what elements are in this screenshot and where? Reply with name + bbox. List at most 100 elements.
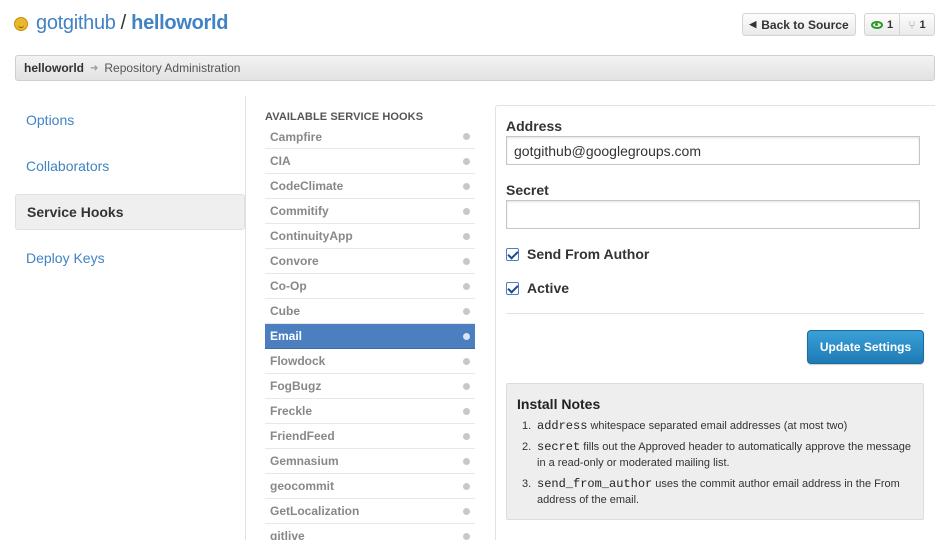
hook-label: Campfire <box>270 129 323 144</box>
install-note-text: secret fills out the Approved header to … <box>537 439 913 471</box>
install-note-text: send_from_author uses the commit author … <box>537 476 913 508</box>
back-to-source-label: Back to Source <box>761 17 849 32</box>
status-dot-icon <box>463 482 470 490</box>
hook-item[interactable]: geocommit <box>265 474 475 499</box>
hook-item-selected[interactable]: Email <box>265 324 475 349</box>
back-to-source-button[interactable]: ◀ Back to Source <box>742 13 856 36</box>
send-from-author-label: Send From Author <box>527 246 650 262</box>
admin-nav: Options Collaborators Service Hooks Depl… <box>15 102 245 286</box>
hook-item[interactable]: Freckle <box>265 399 475 424</box>
repo-title: gotgithub / helloworld <box>14 10 228 36</box>
active-row[interactable]: Active <box>506 280 569 296</box>
status-dot-icon <box>463 332 470 340</box>
admin-nav-deploy-keys[interactable]: Deploy Keys <box>15 240 245 276</box>
status-dot-icon <box>463 257 470 265</box>
hook-label: Email <box>270 329 303 343</box>
hook-item[interactable]: CIA <box>265 149 475 174</box>
breadcrumb-arrow-icon: ➜ <box>90 62 99 74</box>
status-dot-icon <box>463 532 470 540</box>
forks-count: 1 <box>919 18 926 31</box>
hook-item[interactable]: FogBugz <box>265 374 475 399</box>
hook-item[interactable]: Convore <box>265 249 475 274</box>
repo-owner-avatar-icon <box>14 16 28 31</box>
hook-label: FriendFeed <box>270 429 335 443</box>
repo-owner-link[interactable]: gotgithub <box>36 12 116 35</box>
install-note-number: 1. <box>522 420 532 432</box>
install-note-code: address <box>537 419 588 433</box>
hook-item[interactable]: ContinuityApp <box>265 224 475 249</box>
install-note-code: secret <box>537 440 581 454</box>
admin-nav-service-hooks[interactable]: Service Hooks <box>15 194 245 230</box>
install-note-code: send_from_author <box>537 477 653 491</box>
hook-item[interactable]: Campfire <box>265 125 475 149</box>
hook-item[interactable]: CodeClimate <box>265 174 475 199</box>
install-note-item: 2. secret fills out the Approved header … <box>517 439 913 471</box>
hook-item[interactable]: GetLocalization <box>265 499 475 524</box>
hook-item[interactable]: Flowdock <box>265 349 475 374</box>
install-note-number: 2. <box>522 441 532 453</box>
breadcrumb-page: Repository Administration <box>104 61 241 75</box>
address-input[interactable]: gotgithub@googlegroups.com <box>506 136 920 165</box>
status-dot-icon <box>463 432 470 440</box>
admin-nav-options[interactable]: Options <box>15 102 245 138</box>
repo-name-link[interactable]: helloworld <box>131 12 228 35</box>
watchers-count: 1 <box>886 18 894 31</box>
install-note-description: whitespace separated email addresses (at… <box>587 420 848 432</box>
hook-label: Convore <box>270 254 319 268</box>
repo-title-separator: / <box>120 11 127 34</box>
secret-label: Secret <box>506 182 549 198</box>
status-dot-icon <box>463 357 470 365</box>
hooks-list[interactable]: Campfire CIA CodeClimate Commitify Conti… <box>265 125 475 540</box>
hook-label: Freckle <box>270 404 313 418</box>
hook-item[interactable]: gitlive <box>265 524 475 540</box>
install-notes-title: Install Notes <box>517 396 601 412</box>
breadcrumb-repo[interactable]: helloworld <box>24 61 84 75</box>
active-label: Active <box>527 280 570 296</box>
update-settings-button[interactable]: Update Settings <box>807 330 924 364</box>
hook-item[interactable]: Co-Op <box>265 274 475 299</box>
status-dot-icon <box>463 407 470 415</box>
forks-counter[interactable]: ⑂ 1 <box>899 14 934 35</box>
install-note-item: 1. address whitespace separated email ad… <box>517 418 913 434</box>
install-note-item: 3. send_from_author uses the commit auth… <box>517 476 913 508</box>
install-notes: Install Notes 1. address whitespace sepa… <box>506 383 924 520</box>
hook-label: geocommit <box>270 479 335 493</box>
left-arrow-icon: ◀ <box>749 19 757 29</box>
status-dot-icon <box>463 207 470 215</box>
hook-settings-panel: Address gotgithub@googlegroups.com Secre… <box>495 105 935 540</box>
status-dot-icon <box>463 307 470 315</box>
hook-label: GetLocalization <box>270 504 360 518</box>
secret-input[interactable] <box>506 200 920 229</box>
eye-icon <box>870 20 883 29</box>
hook-item[interactable]: FriendFeed <box>265 424 475 449</box>
send-from-author-row[interactable]: Send From Author <box>506 246 649 262</box>
hook-item[interactable]: Commitify <box>265 199 475 224</box>
admin-nav-collaborators[interactable]: Collaborators <box>15 148 245 184</box>
install-note-text: address whitespace separated email addre… <box>537 418 847 434</box>
active-checkbox[interactable] <box>506 281 519 295</box>
fork-icon: ⑂ <box>908 17 916 32</box>
address-label: Address <box>506 118 563 134</box>
hook-label: Gemnasium <box>270 454 339 468</box>
status-dot-icon <box>463 157 470 165</box>
hook-label: Co-Op <box>270 279 307 293</box>
status-dot-icon <box>463 507 470 515</box>
hook-label: Commitify <box>270 204 329 218</box>
hook-label: CIA <box>270 154 291 168</box>
watchers-counter[interactable]: 1 <box>865 14 899 35</box>
hook-item[interactable]: Cube <box>265 299 475 324</box>
hook-label: Cube <box>270 304 300 318</box>
install-note-description: fills out the Approved header to automat… <box>537 441 912 469</box>
status-dot-icon <box>463 382 470 390</box>
status-dot-icon <box>463 457 470 465</box>
form-divider <box>506 313 924 314</box>
hook-label: CodeClimate <box>270 179 344 193</box>
hook-label: Flowdock <box>270 354 326 368</box>
status-dot-icon <box>463 282 470 290</box>
breadcrumb: helloworld ➜ Repository Administration <box>15 55 935 81</box>
status-dot-icon <box>463 232 470 240</box>
send-from-author-checkbox[interactable] <box>506 247 519 261</box>
hook-item[interactable]: Gemnasium <box>265 449 475 474</box>
install-note-number: 3. <box>522 478 532 490</box>
hook-label: gitlive <box>270 529 305 540</box>
